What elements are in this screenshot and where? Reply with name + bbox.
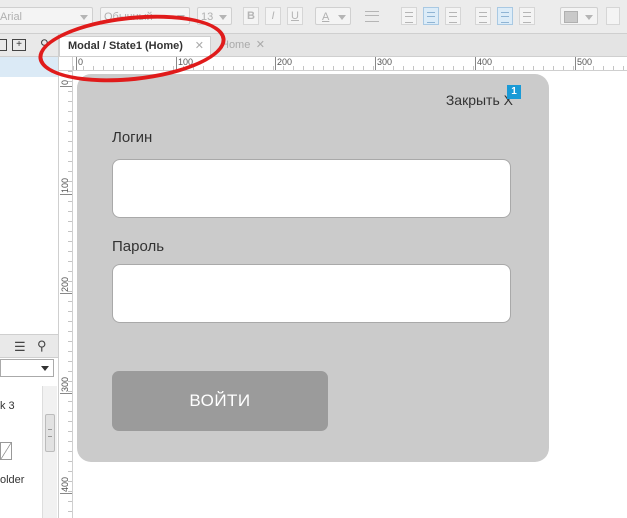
close-icon[interactable]: ✕ <box>256 36 265 54</box>
ruler-label: 200 <box>60 276 70 292</box>
ruler-label: 200 <box>274 57 293 70</box>
password-label: Пароль <box>112 238 165 255</box>
valign-top-button[interactable] <box>475 7 491 25</box>
page-icon[interactable] <box>0 39 7 51</box>
widgets-scrollbar[interactable] <box>42 386 57 518</box>
ruler-label: 400 <box>60 476 70 492</box>
tab-label: Modal / State1 (Home) <box>68 40 183 52</box>
widgets-panel-header: ☰ ⚲ <box>0 334 58 358</box>
align-center-icon <box>427 12 435 23</box>
password-input[interactable] <box>112 264 511 323</box>
text-color-select[interactable]: A <box>315 7 351 25</box>
search-icon[interactable]: ⚲ <box>40 37 49 51</box>
align-right-icon <box>449 12 457 23</box>
font-family-select[interactable]: Arial <box>0 7 93 25</box>
login-input[interactable] <box>112 159 511 218</box>
selected-page-item[interactable] <box>0 57 58 77</box>
login-label: Логин <box>112 129 153 146</box>
chevron-down-icon <box>338 15 346 20</box>
fill-color-select[interactable] <box>560 7 598 25</box>
valign-top-icon <box>479 12 487 23</box>
tab-label: Home <box>221 39 251 51</box>
tab-home[interactable]: Home ✕ <box>213 36 271 56</box>
align-center-button[interactable] <box>423 7 439 25</box>
ruler-corner <box>59 57 73 71</box>
tab-modal-state1[interactable]: Modal / State1 (Home) ✕ <box>59 36 211 56</box>
pages-panel-header: + ⚲ <box>0 34 58 57</box>
widget-library-select[interactable] <box>0 359 54 377</box>
valign-bottom-icon <box>523 12 531 23</box>
tabs-bar: Modal / State1 (Home) ✕ Home ✕ <box>59 34 627 57</box>
font-style-value: Обычный <box>104 11 153 23</box>
valign-bottom-button[interactable] <box>519 7 535 25</box>
valign-middle-button[interactable] <box>497 7 513 25</box>
widget-item-label: k 3 <box>0 400 15 412</box>
align-left-icon <box>405 12 413 23</box>
placeholder-widget-icon[interactable] <box>0 442 12 460</box>
valign-middle-icon <box>501 12 509 23</box>
font-style-select[interactable]: Обычный <box>100 7 190 25</box>
horizontal-ruler: 0 100 200 300 400 500 <box>73 57 627 71</box>
font-size-value: 13 <box>201 11 214 23</box>
design-canvas[interactable]: Закрыть X 1 Логин Пароль ВОЙТИ <box>73 71 627 518</box>
border-button[interactable] <box>606 7 620 25</box>
ruler-label: 300 <box>374 57 393 70</box>
fill-color-icon <box>564 11 578 23</box>
chevron-down-icon <box>219 15 227 20</box>
chevron-down-icon <box>585 15 593 20</box>
interaction-badge[interactable]: 1 <box>507 85 521 99</box>
underline-button[interactable]: U <box>287 7 303 25</box>
bold-button[interactable]: B <box>243 7 259 25</box>
font-size-select[interactable]: 13 <box>197 7 232 25</box>
ruler-label: 300 <box>60 376 70 392</box>
text-color-icon: A <box>322 11 330 23</box>
ruler-label: 0 <box>75 57 84 70</box>
vertical-ruler: 0 100 200 300 400 <box>59 71 73 518</box>
scrollbar-thumb[interactable] <box>45 414 55 452</box>
font-family-value: Arial <box>0 11 23 23</box>
list-icon <box>365 11 379 22</box>
ruler-label: 0 <box>60 79 70 85</box>
align-left-button[interactable] <box>401 7 417 25</box>
chevron-down-icon <box>41 366 49 371</box>
close-modal-link[interactable]: Закрыть X <box>446 92 513 108</box>
ruler-label: 100 <box>175 57 194 70</box>
toolbar: Arial Обычный 13 B I U A <box>0 0 627 34</box>
ruler-label: 400 <box>474 57 493 70</box>
left-panel: + ⚲ ☰ ⚲ k 3 older <box>0 34 59 518</box>
search-icon[interactable]: ⚲ <box>37 338 47 354</box>
close-icon[interactable]: ✕ <box>195 37 204 55</box>
italic-button[interactable]: I <box>265 7 281 25</box>
bullet-list-button[interactable] <box>362 7 382 25</box>
menu-icon[interactable]: ☰ <box>14 339 26 355</box>
ruler-label: 500 <box>574 57 593 70</box>
chevron-down-icon <box>80 15 88 20</box>
align-right-button[interactable] <box>445 7 461 25</box>
ruler-label: 100 <box>60 177 70 193</box>
widget-item-label: older <box>0 474 25 486</box>
login-button[interactable]: ВОЙТИ <box>112 371 328 431</box>
chevron-down-icon <box>177 15 185 20</box>
login-modal[interactable]: Закрыть X 1 Логин Пароль ВОЙТИ <box>77 74 549 462</box>
add-folder-icon[interactable]: + <box>12 39 26 51</box>
